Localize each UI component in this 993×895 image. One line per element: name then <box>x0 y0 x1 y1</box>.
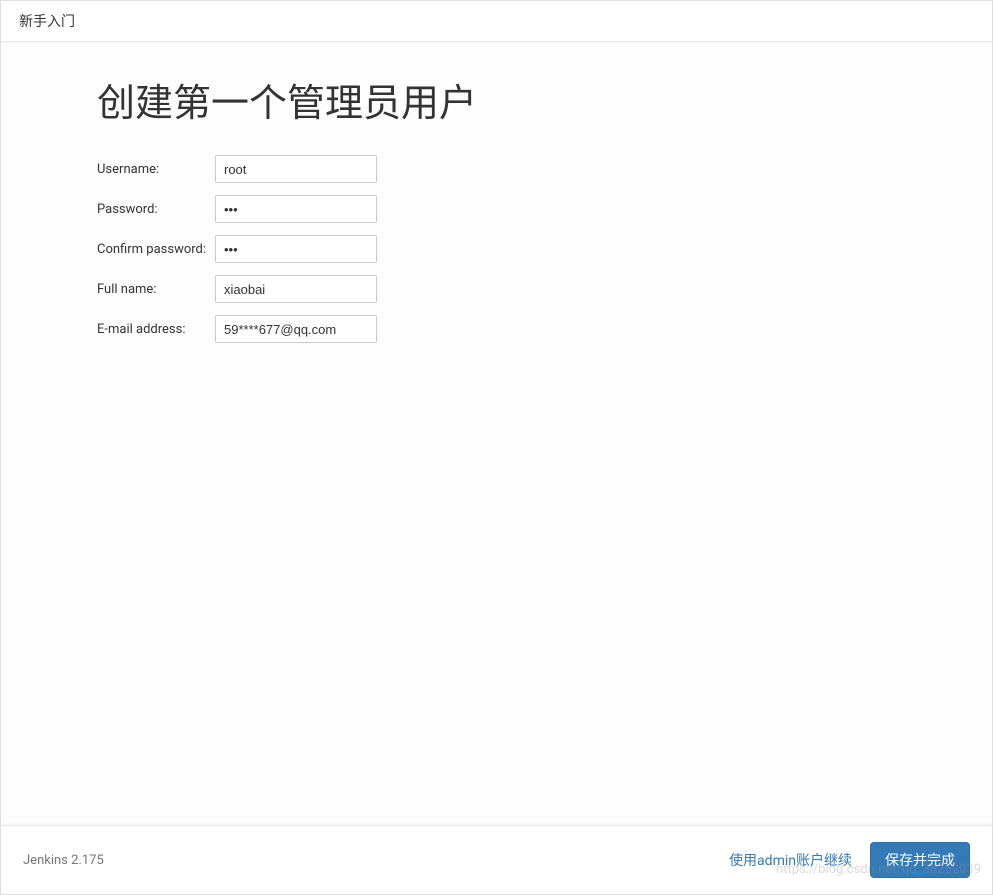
confirm-password-label: Confirm password: <box>97 242 215 257</box>
form-row-fullname: Full name: <box>97 275 896 303</box>
version-text: Jenkins 2.175 <box>23 853 104 868</box>
header: 新手入门 <box>1 1 992 42</box>
content-area: 创建第一个管理员用户 Username: Password: Confirm p… <box>1 42 992 825</box>
username-label: Username: <box>97 162 215 177</box>
form-row-email: E-mail address: <box>97 315 896 343</box>
email-input[interactable] <box>215 315 377 343</box>
header-title: 新手入门 <box>19 11 974 31</box>
wizard-container: 新手入门 创建第一个管理员用户 Username: Password: Conf… <box>0 0 993 895</box>
footer-actions: 使用admin账户继续 保存并完成 <box>729 842 970 878</box>
save-and-finish-button[interactable]: 保存并完成 <box>870 842 970 878</box>
password-input[interactable] <box>215 195 377 223</box>
password-label: Password: <box>97 202 215 217</box>
fullname-label: Full name: <box>97 282 215 297</box>
fullname-input[interactable] <box>215 275 377 303</box>
username-input[interactable] <box>215 155 377 183</box>
form-row-password: Password: <box>97 195 896 223</box>
form-row-username: Username: <box>97 155 896 183</box>
form-row-confirm-password: Confirm password: <box>97 235 896 263</box>
email-label: E-mail address: <box>97 322 215 337</box>
page-title: 创建第一个管理员用户 <box>97 72 896 127</box>
footer: Jenkins 2.175 使用admin账户继续 保存并完成 <box>1 825 992 894</box>
confirm-password-input[interactable] <box>215 235 377 263</box>
continue-as-admin-link[interactable]: 使用admin账户继续 <box>729 850 852 870</box>
